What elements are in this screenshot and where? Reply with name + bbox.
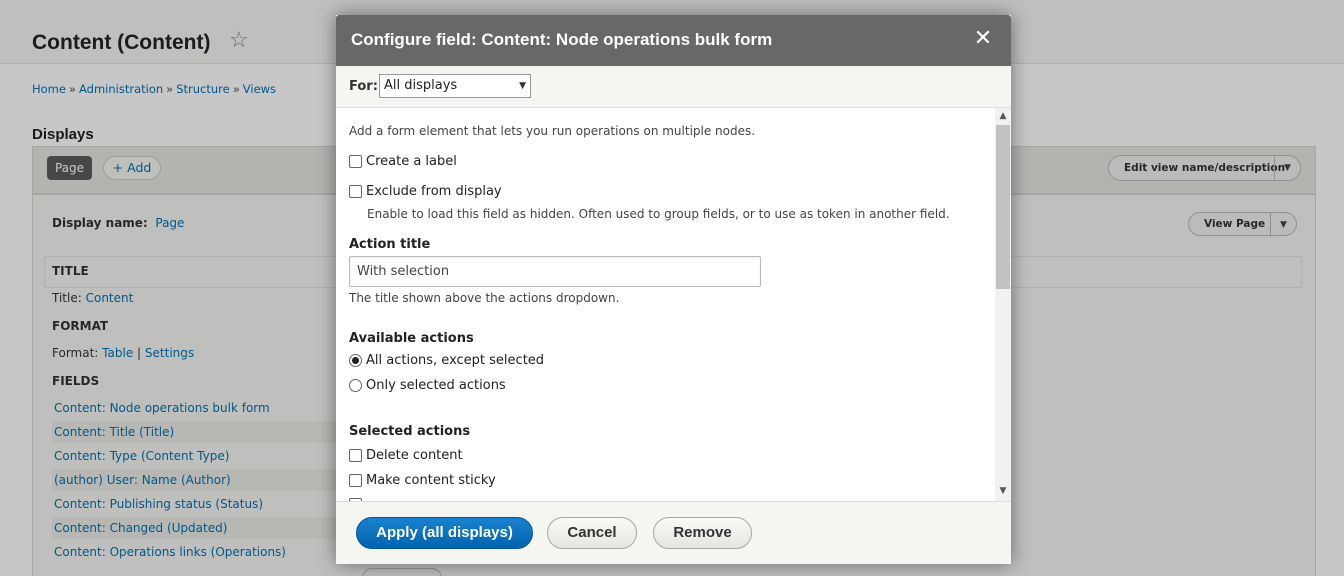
all-actions-radio[interactable] bbox=[349, 354, 362, 367]
create-label-checkbox[interactable] bbox=[349, 155, 362, 168]
delete-content-checkbox[interactable] bbox=[349, 449, 362, 462]
for-label: For: bbox=[349, 79, 378, 94]
available-actions-label: Available actions bbox=[349, 331, 474, 346]
only-selected-text: Only selected actions bbox=[366, 378, 506, 393]
exclude-checkbox[interactable] bbox=[349, 185, 362, 198]
chevron-up-icon[interactable]: ▲ bbox=[995, 110, 1011, 122]
action-title-description: The title shown above the actions dropdo… bbox=[349, 291, 620, 305]
scrollbar-thumb[interactable] bbox=[996, 125, 1010, 289]
make-sticky-checkbox[interactable] bbox=[349, 474, 362, 487]
dialog-scrollbar[interactable]: ▲ ▼ bbox=[995, 108, 1011, 501]
apply-button[interactable]: Apply (all displays) bbox=[356, 517, 533, 549]
for-displays-value: All displays bbox=[384, 78, 458, 93]
dialog-body[interactable]: Add a form element that lets you run ope… bbox=[336, 108, 1011, 501]
exclude-text: Exclude from display bbox=[366, 184, 502, 199]
selected-actions-label: Selected actions bbox=[349, 424, 471, 439]
field-description: Add a form element that lets you run ope… bbox=[349, 124, 756, 138]
for-displays-bar: For: All displays ▼ bbox=[336, 66, 1011, 108]
dialog-footer: Apply (all displays) Cancel Remove bbox=[336, 501, 1011, 564]
all-actions-text: All actions, except selected bbox=[366, 353, 545, 368]
only-selected-radio[interactable] bbox=[349, 379, 362, 392]
chevron-down-icon: ▼ bbox=[519, 81, 526, 91]
chevron-down-icon[interactable]: ▼ bbox=[995, 485, 1011, 497]
action-title-input[interactable]: With selection bbox=[349, 256, 761, 287]
close-icon[interactable]: ✕ bbox=[972, 27, 994, 51]
dialog-title: Configure field: Content: Node operation… bbox=[351, 30, 773, 49]
make-sticky-text: Make content sticky bbox=[366, 473, 496, 488]
delete-content-text: Delete content bbox=[366, 448, 463, 463]
configure-field-dialog: Configure field: Content: Node operation… bbox=[336, 15, 1011, 564]
dialog-titlebar: Configure field: Content: Node operation… bbox=[336, 15, 1011, 66]
for-displays-select[interactable]: All displays ▼ bbox=[379, 74, 531, 98]
create-label-text: Create a label bbox=[366, 154, 457, 169]
remove-button[interactable]: Remove bbox=[653, 517, 752, 549]
cancel-button[interactable]: Cancel bbox=[547, 517, 637, 549]
action-title-label: Action title bbox=[349, 237, 431, 252]
exclude-description: Enable to load this field as hidden. Oft… bbox=[367, 207, 950, 221]
